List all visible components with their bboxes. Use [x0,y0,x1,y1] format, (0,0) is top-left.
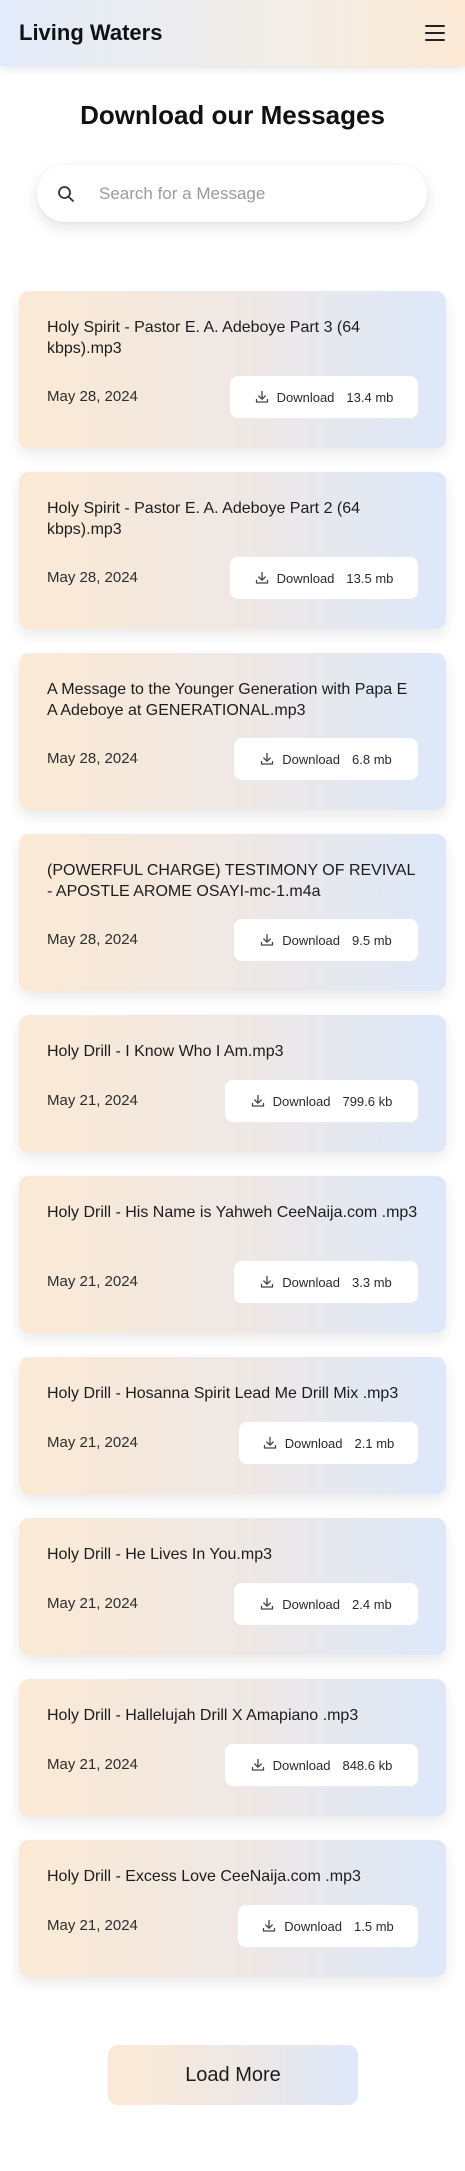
file-size: 1.5 mb [354,1918,394,1934]
message-card: (POWERFUL CHARGE) TESTIMONY OF REVIVAL -… [19,834,446,991]
download-button[interactable]: Download 13.4 mb [230,376,418,418]
download-icon [263,1436,276,1449]
download-button[interactable]: Download 848.6 kb [225,1744,418,1786]
file-size: 799.6 kb [342,1093,393,1109]
message-date: May 28, 2024 [47,388,138,405]
search-bar[interactable] [37,165,427,222]
download-label: Download [276,570,335,586]
download-label: Download [282,1274,341,1290]
download-label: Download [282,932,341,948]
search-icon [58,185,74,202]
brand-logo-text[interactable]: Living Waters [19,20,162,46]
message-date: May 28, 2024 [47,931,138,948]
message-title: Holy Drill - Excess Love CeeNaija.com .m… [47,1868,361,1885]
message-title: Holy Drill - His Name is Yahweh CeeNaija… [47,1204,418,1221]
message-card: Holy Drill - His Name is Yahweh CeeNaija… [19,1176,446,1333]
message-title: Holy Drill - I Know Who I Am.mp3 [47,1043,284,1060]
message-card: Holy Drill - Excess Love CeeNaija.com .m… [19,1840,446,1977]
message-card: Holy Drill - I Know Who I Am.mp3 May 21, … [19,1015,446,1152]
download-label: Download [272,1093,331,1109]
message-title: (POWERFUL CHARGE) TESTIMONY OF REVIVAL -… [47,862,415,900]
download-icon [261,752,274,765]
message-title: Holy Spirit - Pastor E. A. Adeboye Part … [47,500,361,538]
message-date: May 28, 2024 [47,569,138,586]
message-card: Holy Drill - Hosanna Spirit Lead Me Dril… [19,1357,446,1494]
download-icon [261,1275,274,1288]
download-icon [255,390,268,403]
download-icon [255,571,268,584]
file-size: 848.6 kb [342,1757,393,1773]
file-size: 2.4 mb [352,1596,392,1612]
message-title: Holy Spirit - Pastor E. A. Adeboye Part … [47,319,361,357]
download-label: Download [284,1435,343,1451]
message-date: May 21, 2024 [47,1434,138,1451]
message-card: Holy Drill - He Lives In You.mp3 May 21, … [19,1518,446,1655]
load-more-button[interactable]: Load More [108,2045,358,2105]
message-card: Holy Spirit - Pastor E. A. Adeboye Part … [19,472,446,629]
app-header: Living Waters [0,0,465,66]
page-title: Download our Messages [80,100,385,130]
message-card: Holy Drill - Hallelujah Drill X Amapiano… [19,1679,446,1816]
download-icon [261,933,274,946]
download-label: Download [284,1918,343,1934]
message-date: May 21, 2024 [47,1595,138,1612]
download-button[interactable]: Download 1.5 mb [238,1905,418,1947]
file-size: 6.8 mb [352,751,392,767]
hamburger-menu-icon[interactable] [425,25,445,41]
download-button[interactable]: Download 2.4 mb [234,1583,418,1625]
message-date: May 21, 2024 [47,1273,138,1290]
file-size: 9.5 mb [352,932,392,948]
download-button[interactable]: Download 9.5 mb [234,919,418,961]
download-button[interactable]: Download 2.1 mb [239,1422,418,1464]
message-title: Holy Drill - He Lives In You.mp3 [47,1546,272,1563]
download-label: Download [282,1596,341,1612]
download-button[interactable]: Download 6.8 mb [234,738,418,780]
download-button[interactable]: Download 13.5 mb [230,557,418,599]
download-icon [263,1919,276,1932]
search-input[interactable] [99,183,399,204]
message-date: May 21, 2024 [47,1756,138,1773]
message-title: Holy Drill - Hallelujah Drill X Amapiano… [47,1707,359,1724]
message-card: A Message to the Younger Generation with… [19,653,446,810]
file-size: 3.3 mb [352,1274,392,1290]
file-size: 13.4 mb [346,389,394,405]
message-card: Holy Spirit - Pastor E. A. Adeboye Part … [19,291,446,448]
download-icon [261,1597,274,1610]
message-title: A Message to the Younger Generation with… [47,681,408,719]
message-date: May 28, 2024 [47,750,138,767]
download-label: Download [272,1757,331,1773]
download-button[interactable]: Download 799.6 kb [225,1080,418,1122]
message-date: May 21, 2024 [47,1092,138,1109]
download-icon [251,1758,264,1771]
download-label: Download [276,389,335,405]
file-size: 2.1 mb [354,1435,395,1451]
message-title: Holy Drill - Hosanna Spirit Lead Me Dril… [47,1385,399,1402]
message-date: May 21, 2024 [47,1917,138,1934]
download-icon [251,1094,264,1107]
file-size: 13.5 mb [346,570,394,586]
download-label: Download [282,751,341,767]
download-button[interactable]: Download 3.3 mb [234,1261,418,1303]
